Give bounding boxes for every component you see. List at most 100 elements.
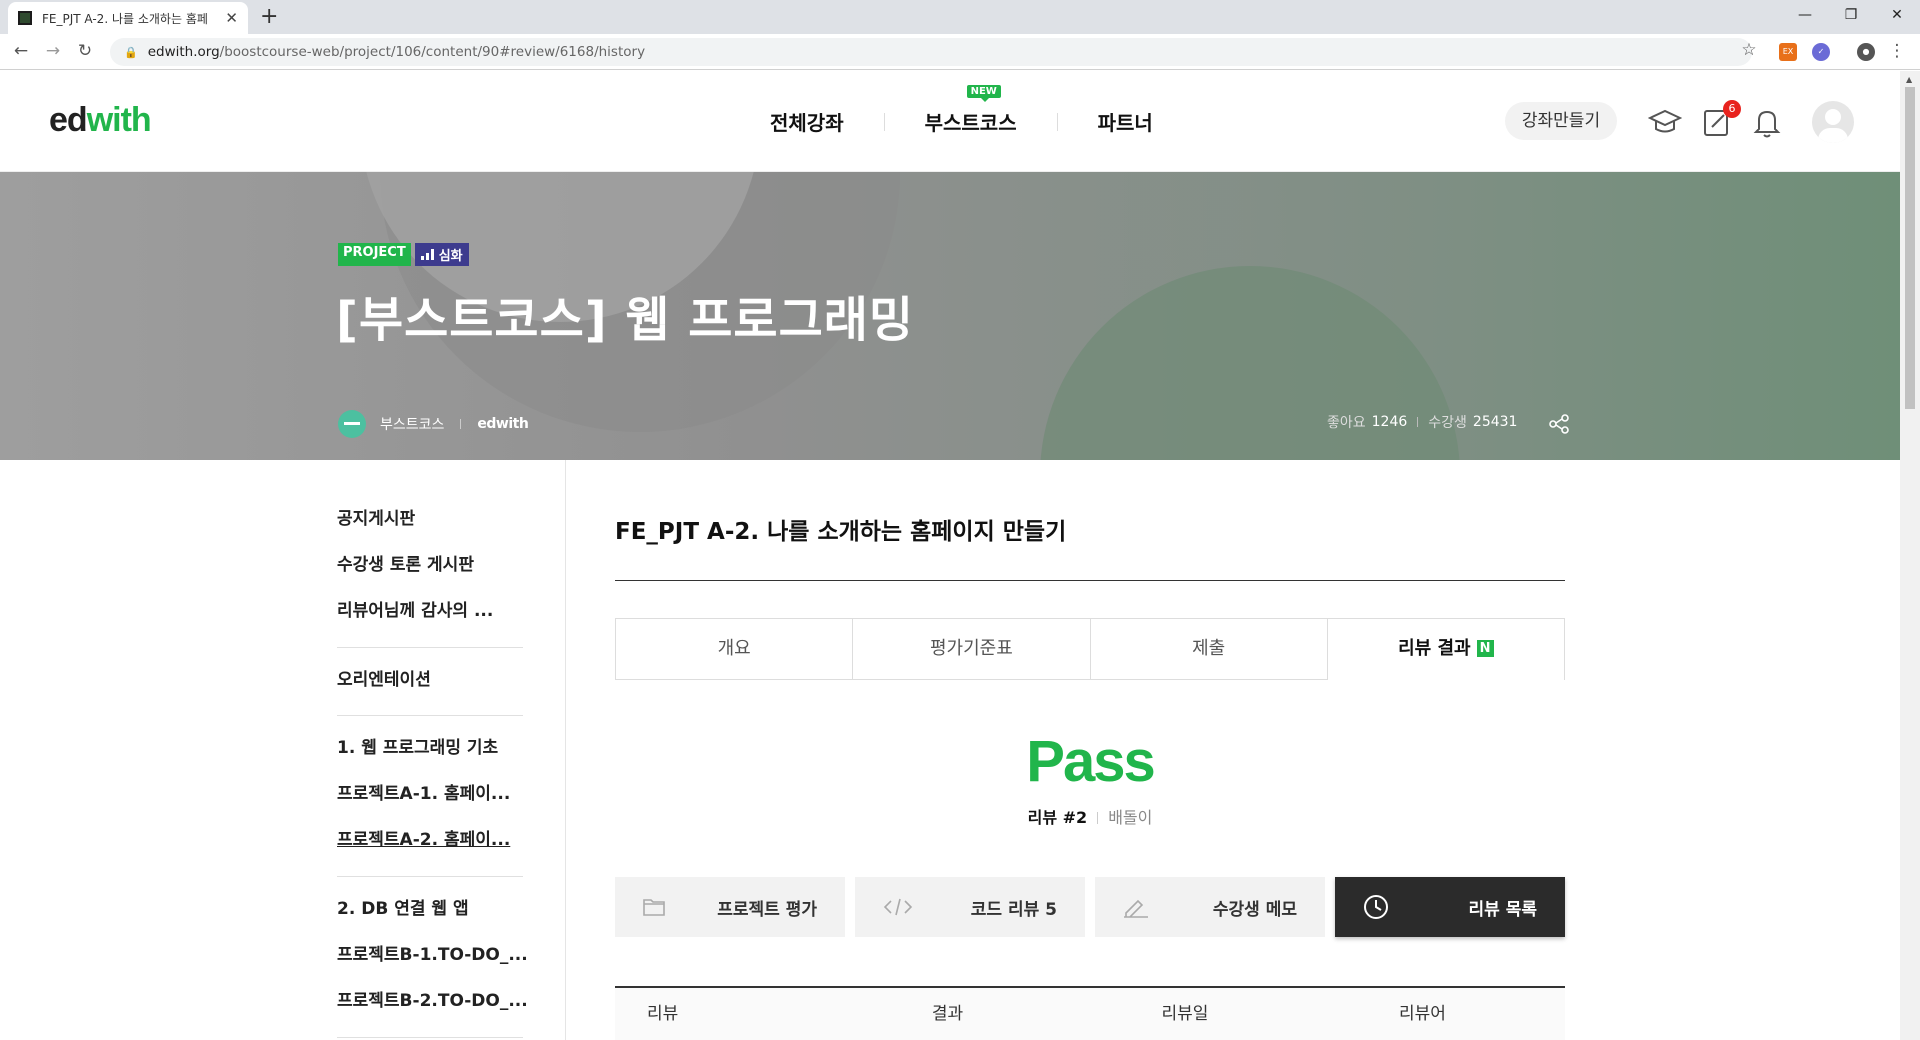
new-badge: NEW: [966, 85, 1001, 102]
clock-icon: [1364, 895, 1388, 919]
course-badges: PROJECT 심화: [338, 243, 469, 266]
user-avatar[interactable]: [1812, 101, 1854, 143]
browser-tab[interactable]: FE_PJT A-2. 나를 소개하는 홈페 ✕: [8, 2, 248, 34]
column-reviewer: 리뷰어: [1399, 1004, 1446, 1024]
course-sidebar: 공지게시판 수강생 토론 게시판 리뷰어님께 감사의 ... 오리엔테이션 1.…: [0, 460, 566, 1040]
tab-rubric[interactable]: 평가기준표: [853, 619, 1091, 680]
extension-icon[interactable]: EX: [1779, 43, 1797, 61]
lock-icon: 🔒: [124, 45, 138, 59]
divider: [1417, 417, 1419, 427]
tab-review-result[interactable]: 리뷰 결과 N: [1327, 619, 1564, 680]
nav-partner[interactable]: 파트너: [1058, 107, 1193, 136]
close-tab-icon[interactable]: ✕: [225, 9, 238, 27]
column-result: 결과: [931, 1004, 964, 1024]
sidebar-item-thanks[interactable]: 리뷰어님께 감사의 ...: [337, 588, 523, 634]
sidebar-item-project-b1[interactable]: 프로젝트B-1.TO-DO_...: [337, 932, 528, 978]
likes-label: 좋아요: [1327, 415, 1366, 431]
minimize-button[interactable]: —: [1782, 0, 1828, 30]
address-bar[interactable]: 🔒 edwith.org/boostcourse-web/project/106…: [110, 38, 1752, 66]
sidebar-item-project-a2[interactable]: 프로젝트A-2. 홈페이...: [337, 817, 523, 863]
bell-icon[interactable]: [1750, 105, 1784, 139]
sidebar-item-notice[interactable]: 공지게시판: [337, 496, 523, 542]
provider-name[interactable]: 부스트코스: [380, 414, 444, 434]
code-review-label: 코드 리뷰 5: [970, 899, 1057, 920]
review-list-button[interactable]: 리뷰 목록: [1335, 877, 1565, 937]
reload-icon[interactable]: ↻: [74, 41, 96, 61]
graduation-cap-icon[interactable]: [1648, 105, 1682, 139]
column-review: 리뷰: [647, 1004, 679, 1024]
sidebar-item-project-a1[interactable]: 프로젝트A-1. 홈페이...: [337, 771, 523, 817]
student-memo-label: 수강생 메모: [1212, 899, 1297, 920]
likes-count: 1246: [1371, 414, 1408, 430]
student-memo-button[interactable]: 수강생 메모: [1095, 877, 1325, 937]
tab-submit[interactable]: 제출: [1090, 619, 1328, 680]
bookmark-star-icon[interactable]: ☆: [1738, 40, 1760, 60]
provider-name-2[interactable]: edwith: [477, 416, 528, 432]
course-hero: PROJECT 심화 [부스트코스] 웹 프로그래밍 부스트코스 edwith …: [0, 172, 1900, 460]
review-meta: 리뷰 #2 배돌이: [615, 804, 1565, 828]
maximize-button[interactable]: ❐: [1828, 0, 1874, 30]
nav-boostcourse-label: 부스트코스: [924, 111, 1017, 135]
column-review-date: 리뷰일: [1161, 1004, 1209, 1024]
sidebar-group-boards: 공지게시판 수강생 토론 게시판 리뷰어님께 감사의 ...: [337, 496, 523, 634]
project-badge: PROJECT: [338, 243, 411, 266]
sidebar-item-db-app[interactable]: 2. DB 연결 웹 앱: [337, 886, 523, 932]
sidebar-group-web-basics: 1. 웹 프로그래밍 기초 프로젝트A-1. 홈페이... 프로젝트A-2. 홈…: [337, 725, 523, 863]
sidebar-item-discussion[interactable]: 수강생 토론 게시판: [337, 542, 523, 588]
divider: [1097, 812, 1099, 824]
forward-arrow-icon[interactable]: →: [42, 41, 64, 61]
menu-dots-icon[interactable]: ⋮: [1886, 41, 1908, 61]
share-icon[interactable]: [1548, 413, 1570, 435]
make-course-button[interactable]: 강좌만들기: [1505, 102, 1617, 140]
project-tabs: 개요 평가기준표 제출 리뷰 결과 N: [615, 618, 1565, 680]
code-review-button[interactable]: 코드 리뷰 5: [855, 877, 1085, 937]
edwith-logo[interactable]: edwith: [49, 101, 152, 140]
sidebar-group-db-app: 2. DB 연결 웹 앱 프로젝트B-1.TO-DO_... 프로젝트B-2.T…: [337, 886, 528, 1024]
review-result-status: Pass: [1026, 729, 1155, 794]
site-favicon-icon: [18, 11, 32, 25]
review-list-label: 리뷰 목록: [1468, 899, 1537, 920]
level-bars-icon: [420, 249, 434, 260]
sidebar-group-orientation: 오리엔테이션: [337, 657, 523, 703]
url-path: /boostcourse-web/project/106/content/90#…: [219, 44, 646, 60]
nav-all-courses[interactable]: 전체강좌: [730, 107, 884, 136]
level-badge: 심화: [414, 243, 469, 266]
sidebar-divider: [337, 715, 523, 716]
level-badge-label: 심화: [438, 249, 463, 264]
notification-count-badge: 6: [1723, 100, 1741, 118]
provider-logo[interactable]: [338, 410, 366, 438]
close-window-button[interactable]: ✕: [1874, 0, 1920, 30]
new-indicator-badge: N: [1476, 640, 1494, 657]
extension-check-icon[interactable]: ✓: [1812, 43, 1830, 61]
page-scrollbar[interactable]: ▲: [1900, 71, 1920, 1040]
page-title: FE_PJT A-2. 나를 소개하는 홈페이지 만들기: [615, 519, 1067, 545]
review-list-header: 리뷰 결과 리뷰일 리뷰어: [615, 988, 1565, 1040]
new-tab-button[interactable]: +: [260, 4, 278, 30]
logo-with-text: with: [86, 101, 152, 139]
code-icon: [883, 898, 913, 916]
tab-review-result-label: 리뷰 결과: [1398, 638, 1471, 659]
title-divider: [615, 580, 1565, 581]
folder-icon: [643, 899, 665, 916]
sidebar-divider: [337, 647, 523, 648]
project-evaluation-label: 프로젝트 평가: [717, 899, 817, 920]
review-number: 리뷰 #2: [1027, 808, 1088, 827]
course-stats: 좋아요 1246 수강생 25431: [1327, 412, 1517, 432]
profile-icon[interactable]: ●: [1857, 43, 1875, 61]
students-count: 25431: [1472, 414, 1518, 430]
main-nav: 전체강좌 부스트코스 NEW 파트너: [730, 85, 1193, 136]
students-label: 수강생: [1428, 415, 1467, 431]
logo-ed-text: ed: [49, 101, 88, 139]
scroll-up-arrow-icon[interactable]: ▲: [1906, 75, 1912, 84]
sidebar-item-orientation[interactable]: 오리엔테이션: [337, 657, 523, 703]
review-actions: 프로젝트 평가 코드 리뷰 5 수강생 메모 리뷰 목록: [615, 877, 1565, 937]
project-evaluation-button[interactable]: 프로젝트 평가: [615, 877, 845, 937]
sidebar-item-project-b2[interactable]: 프로젝트B-2.TO-DO_...: [337, 978, 528, 1024]
url-host: edwith.org: [147, 44, 220, 60]
back-arrow-icon[interactable]: ←: [10, 41, 32, 61]
nav-boostcourse[interactable]: 부스트코스 NEW: [885, 85, 1057, 136]
pencil-icon: [1124, 899, 1148, 918]
scrollbar-thumb[interactable]: [1905, 87, 1915, 409]
tab-overview[interactable]: 개요: [616, 619, 854, 680]
sidebar-item-web-basics[interactable]: 1. 웹 프로그래밍 기초: [337, 725, 523, 771]
